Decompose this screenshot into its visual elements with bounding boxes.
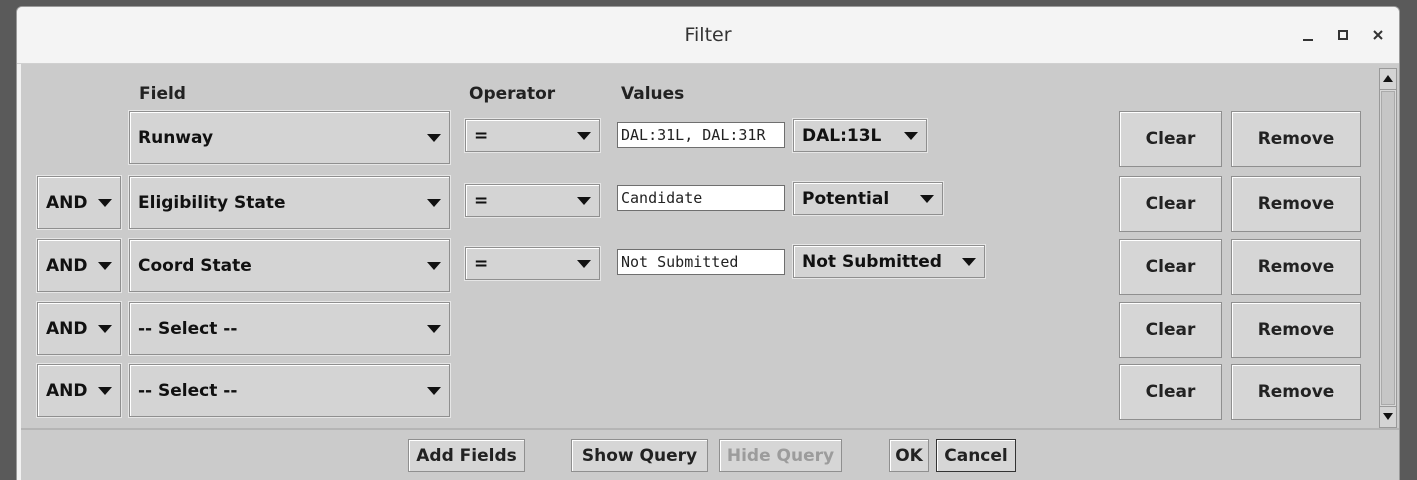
chevron-down-icon [904,131,918,140]
field-select-label: Coord State [138,255,252,276]
field-header: Field [139,84,186,104]
ok-button[interactable]: OK [889,439,929,472]
hide-query-button[interactable]: Hide Query [719,439,842,472]
value-select-label: DAL:13L [802,125,882,146]
chevron-down-icon [577,259,591,268]
chevron-down-icon [98,324,112,333]
field-select[interactable]: Eligibility State [129,176,450,229]
field-select[interactable]: -- Select -- [129,302,450,355]
clear-button[interactable]: Clear [1119,364,1222,420]
chevron-down-icon [427,261,441,270]
values-header: Values [621,84,685,104]
value-select-label: Not Submitted [802,251,942,272]
footer-divider [21,428,1399,430]
field-select[interactable]: -- Select -- [129,364,450,417]
chevron-down-icon [577,131,591,140]
operator-select-label: = [474,125,489,146]
minimize-icon[interactable] [1293,21,1323,49]
arrow-up-icon [1383,75,1393,82]
operator-select[interactable]: = [465,184,600,217]
chevron-down-icon [962,257,976,266]
add-fields-button[interactable]: Add Fields [408,439,525,472]
connector-select-label: AND [46,255,88,276]
operator-select-label: = [474,253,489,274]
clear-button[interactable]: Clear [1119,239,1222,295]
operator-select-label: = [474,190,489,211]
filter-panel: Field Operator Values Runway = DAL:31L, … [21,64,1399,480]
connector-select-label: AND [46,192,88,213]
value-text-field[interactable]: Candidate [617,185,785,211]
title-bar: Filter [17,7,1399,64]
operator-header: Operator [469,84,556,104]
window-title: Filter [684,24,732,46]
chevron-down-icon [427,324,441,333]
clear-button[interactable]: Clear [1119,302,1222,358]
operator-select[interactable]: = [465,119,600,152]
chevron-down-icon [427,198,441,207]
maximize-icon[interactable] [1328,21,1358,49]
operator-select[interactable]: = [465,247,600,280]
field-select-label: Eligibility State [138,192,286,213]
scroll-down-button[interactable] [1380,406,1396,427]
field-select-label: -- Select -- [138,318,238,339]
arrow-down-icon [1383,413,1393,420]
value-select[interactable]: DAL:13L [793,119,927,152]
remove-button[interactable]: Remove [1231,302,1361,358]
remove-button[interactable]: Remove [1231,111,1361,167]
connector-select[interactable]: AND [37,239,121,292]
connector-select-label: AND [46,380,88,401]
remove-button[interactable]: Remove [1231,176,1361,232]
connector-select-label: AND [46,318,88,339]
connector-select[interactable]: AND [37,364,121,417]
vertical-scrollbar[interactable] [1379,68,1397,428]
scroll-up-button[interactable] [1380,69,1396,90]
value-select[interactable]: Potential [793,182,943,215]
value-text-field[interactable]: DAL:31L, DAL:31R [617,122,785,148]
clear-button[interactable]: Clear [1119,176,1222,232]
chevron-down-icon [427,133,441,142]
chevron-down-icon [920,194,934,203]
show-query-button[interactable]: Show Query [571,439,708,472]
clear-button[interactable]: Clear [1119,111,1222,167]
chevron-down-icon [98,261,112,270]
value-select-label: Potential [802,188,890,209]
chevron-down-icon [98,198,112,207]
field-select[interactable]: Runway [129,111,450,164]
remove-button[interactable]: Remove [1231,239,1361,295]
chevron-down-icon [98,386,112,395]
filter-window: Filter Field Operator Values Runway = DA… [16,6,1400,480]
connector-select[interactable]: AND [37,176,121,229]
chevron-down-icon [577,196,591,205]
close-icon[interactable] [1363,21,1393,49]
value-text-field[interactable]: Not Submitted [617,249,785,275]
scroll-thumb[interactable] [1381,91,1395,405]
chevron-down-icon [427,386,441,395]
connector-select[interactable]: AND [37,302,121,355]
value-select[interactable]: Not Submitted [793,245,985,278]
remove-button[interactable]: Remove [1231,364,1361,420]
field-select[interactable]: Coord State [129,239,450,292]
cancel-button[interactable]: Cancel [936,439,1016,472]
field-select-label: -- Select -- [138,380,238,401]
field-select-label: Runway [138,127,214,148]
